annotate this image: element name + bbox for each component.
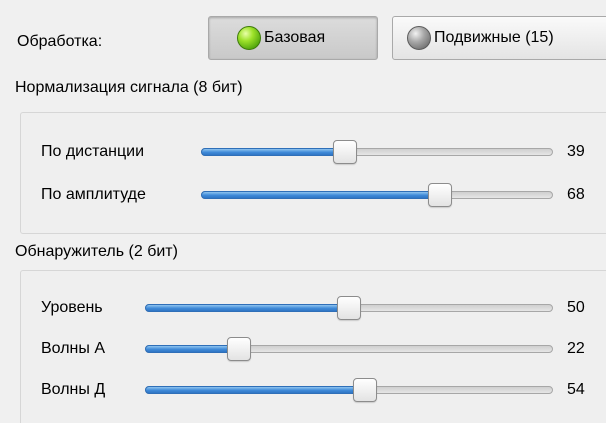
slider-label: Волны А (41, 340, 106, 357)
slider-fill (201, 148, 346, 156)
slider-fill (201, 191, 441, 199)
base-mode-button[interactable]: Базовая (208, 16, 378, 60)
slider-fill (145, 345, 239, 353)
detector-title: Обнаружитель (2 бит) (15, 243, 178, 260)
slider-handle[interactable] (428, 183, 453, 207)
slider-handle[interactable] (353, 378, 378, 402)
slider-handle[interactable] (337, 296, 361, 320)
slider-row: По дистанции 39 (21, 137, 606, 167)
slider-value: 22 (567, 340, 585, 357)
slider-value: 50 (567, 299, 585, 316)
base-mode-label: Базовая (264, 29, 326, 46)
slider-row: По амплитуде 68 (21, 180, 606, 210)
normalization-group: По дистанции 39 По амплитуде 68 (20, 112, 606, 234)
slider-row: Уровень 50 (21, 293, 606, 323)
gray-led-icon (407, 26, 431, 50)
slider-handle[interactable] (226, 337, 251, 361)
settings-panel: Обработка: Базовая Подвижные (15) Нормал… (0, 0, 606, 423)
slider-label: По дистанции (41, 143, 145, 160)
detector-group: Уровень 50 Волны А 22 Волны Д 54 (20, 270, 606, 423)
slider-value: 54 (567, 381, 585, 398)
moving-mode-button[interactable]: Подвижные (15) (392, 16, 606, 60)
processing-label: Обработка: (17, 33, 103, 50)
slider-handle[interactable] (333, 140, 358, 164)
slider-label: Уровень (41, 299, 103, 316)
slider-fill (145, 386, 366, 394)
green-led-icon (237, 26, 261, 50)
level-slider[interactable] (145, 296, 553, 320)
distance-slider[interactable] (201, 140, 553, 164)
wave-d-slider[interactable] (145, 378, 553, 402)
slider-label: Волны Д (41, 381, 106, 398)
amplitude-slider[interactable] (201, 183, 553, 207)
slider-value: 39 (567, 143, 585, 160)
slider-fill (145, 304, 349, 312)
slider-value: 68 (567, 186, 585, 203)
slider-row: Волны А 22 (21, 334, 606, 364)
slider-row: Волны Д 54 (21, 375, 606, 405)
normalization-title: Нормализация сигнала (8 бит) (15, 79, 243, 96)
slider-label: По амплитуде (41, 186, 146, 203)
wave-a-slider[interactable] (145, 337, 553, 361)
moving-mode-label: Подвижные (15) (434, 29, 554, 46)
